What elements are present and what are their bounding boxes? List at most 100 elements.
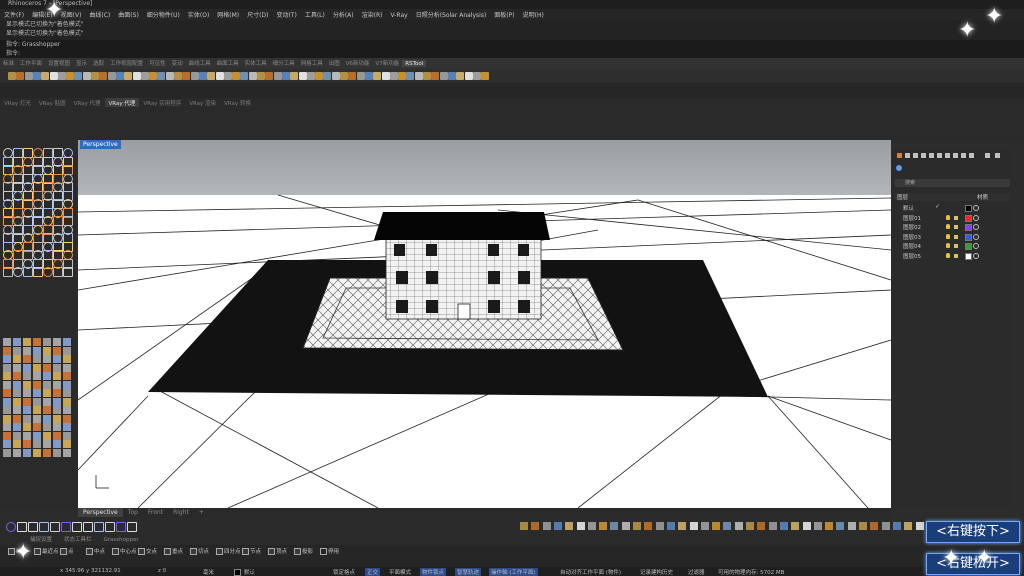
bottom-tool-icon[interactable] — [859, 522, 867, 530]
toolbar-tool-icon[interactable] — [240, 72, 249, 80]
left-tool-icon[interactable] — [3, 406, 11, 414]
toolbar-tool-icon[interactable] — [257, 72, 265, 80]
left-tool-icon[interactable] — [53, 372, 61, 380]
left-tool-icon[interactable] — [43, 448, 51, 457]
snap-checkbox[interactable] — [268, 548, 275, 555]
left-tool-icon[interactable] — [43, 389, 51, 397]
left-tool-icon[interactable] — [63, 431, 71, 440]
toolbar-tool-icon[interactable] — [406, 72, 415, 80]
left-tool-icon[interactable] — [63, 338, 71, 346]
left-tool-icon[interactable] — [43, 406, 51, 414]
toolbar-tool-icon[interactable] — [32, 72, 41, 80]
menu-item[interactable]: 文件(F) — [0, 9, 28, 19]
lock-icon[interactable] — [954, 234, 958, 239]
left-tool-icon[interactable] — [43, 346, 51, 355]
left-tool-icon[interactable] — [43, 267, 53, 277]
left-tool-icon[interactable] — [3, 397, 11, 406]
bottom-tool-icon[interactable] — [915, 522, 924, 530]
lock-icon[interactable] — [954, 253, 958, 258]
left-tool-icon[interactable] — [53, 448, 61, 457]
toolbar-tool-icon[interactable] — [331, 72, 340, 80]
viewport-tab-perspective[interactable]: Perspective — [78, 508, 123, 517]
auto-cplane-button[interactable]: 自动对齐工作平面 (物件) — [560, 568, 621, 576]
left-tool-icon[interactable] — [43, 397, 51, 406]
left-tool-icon[interactable] — [53, 355, 61, 363]
bottom-tool-icon[interactable] — [802, 522, 811, 530]
layer-color-swatch[interactable] — [965, 224, 972, 231]
bottom-tool-icon[interactable] — [565, 522, 574, 530]
viewport-tab-front[interactable]: Front — [143, 508, 168, 517]
left-tool-icon[interactable] — [33, 448, 41, 457]
toolbar-tab[interactable]: 曲线工具 — [186, 58, 214, 67]
left-tool-icon[interactable] — [53, 414, 61, 423]
layer-color-swatch[interactable] — [965, 252, 972, 260]
toolbar-tool-icon[interactable] — [82, 72, 91, 80]
snap-checkbox[interactable] — [86, 548, 93, 555]
left-tool-icon[interactable] — [33, 389, 41, 397]
toolbar-tool-icon[interactable] — [414, 72, 423, 80]
toolbar-tab[interactable]: 出图 — [326, 58, 343, 67]
toolbar-tab[interactable]: 工作视窗配置 — [107, 58, 146, 67]
toolbar-tool-icon[interactable] — [340, 72, 348, 80]
left-tool-icon[interactable] — [63, 397, 71, 406]
left-tool-icon[interactable] — [23, 372, 31, 380]
toolbar-tool-icon[interactable] — [281, 72, 290, 80]
left-tool-icon[interactable] — [63, 448, 71, 457]
toolbar-tab[interactable]: 标准 — [0, 58, 17, 67]
left-tool-icon[interactable] — [3, 389, 11, 397]
toolbar-tool-icon[interactable] — [107, 72, 116, 80]
menu-item[interactable]: 说明(H) — [519, 9, 548, 19]
toolbar-tool-icon[interactable] — [315, 72, 324, 80]
toolbar-tool-icon[interactable] — [190, 72, 199, 80]
left-tool-icon[interactable] — [33, 414, 41, 423]
toolbar-tool-icon[interactable] — [273, 72, 282, 80]
bottom-tool-icon[interactable] — [689, 522, 698, 530]
material-circle-icon[interactable] — [973, 243, 979, 249]
bottom-tool-icon[interactable] — [633, 522, 641, 530]
toolbar-tool-icon[interactable] — [8, 72, 16, 80]
layer-color-swatch[interactable] — [965, 214, 972, 222]
left-tool-icon[interactable] — [33, 267, 43, 277]
left-tool-icon[interactable] — [63, 355, 71, 363]
grid-snap-button[interactable]: 锁定格点 — [333, 568, 355, 576]
bottom-tool-icon[interactable] — [621, 522, 630, 530]
ortho-button[interactable]: 正交 — [365, 568, 381, 576]
layer-row[interactable]: 默认 ✓ — [895, 203, 1010, 212]
bottom-tool-icon[interactable] — [746, 522, 754, 530]
toolbar-tool-icon[interactable] — [198, 72, 207, 80]
toolbar-tool-icon[interactable] — [223, 72, 232, 80]
toolbar-tool-icon[interactable] — [423, 72, 431, 80]
layer-search-input[interactable]: 搜索 — [895, 179, 1010, 187]
bottom-tool-icon[interactable] — [520, 522, 528, 530]
viewport-tab-top[interactable]: Top — [123, 508, 143, 517]
left-tool-icon[interactable] — [23, 440, 31, 448]
toolbar-tool-icon[interactable] — [248, 72, 257, 80]
toolbar-tool-icon[interactable] — [41, 72, 50, 80]
left-tool-icon[interactable] — [63, 389, 71, 397]
smarttrack-button[interactable]: 智慧轨迹 — [455, 568, 482, 576]
toolbar-tool-icon[interactable] — [49, 72, 58, 80]
snap-checkbox[interactable] — [112, 548, 119, 555]
left-tool-icon[interactable] — [53, 440, 61, 448]
left-tool-icon[interactable] — [33, 380, 41, 389]
left-tool-icon[interactable] — [33, 372, 41, 380]
left-tool-icon[interactable] — [33, 423, 41, 431]
snap-checkbox[interactable] — [138, 548, 145, 555]
lock-icon[interactable] — [954, 225, 958, 229]
left-tool-icon[interactable] — [33, 338, 41, 346]
left-tool-icon[interactable] — [23, 338, 31, 346]
bottom-tool-icon[interactable] — [6, 522, 16, 532]
left-tool-icon[interactable] — [3, 338, 11, 346]
left-tool-icon[interactable] — [63, 406, 71, 414]
toolbar-tab[interactable]: 实体工具 — [242, 58, 270, 67]
bottom-tool-icon[interactable] — [127, 522, 137, 532]
left-tool-icon[interactable] — [43, 423, 51, 431]
menu-item[interactable]: V-Ray — [387, 11, 412, 19]
left-tool-icon[interactable] — [3, 380, 11, 389]
bottom-tool-icon[interactable] — [39, 522, 49, 532]
toolbar-tool-icon[interactable] — [472, 72, 481, 80]
toolbar-tool-icon[interactable] — [182, 72, 191, 80]
left-tool-icon[interactable] — [3, 355, 11, 363]
toolbar-tool-icon[interactable] — [16, 72, 25, 80]
toolbar-tool-icon[interactable] — [290, 72, 299, 80]
